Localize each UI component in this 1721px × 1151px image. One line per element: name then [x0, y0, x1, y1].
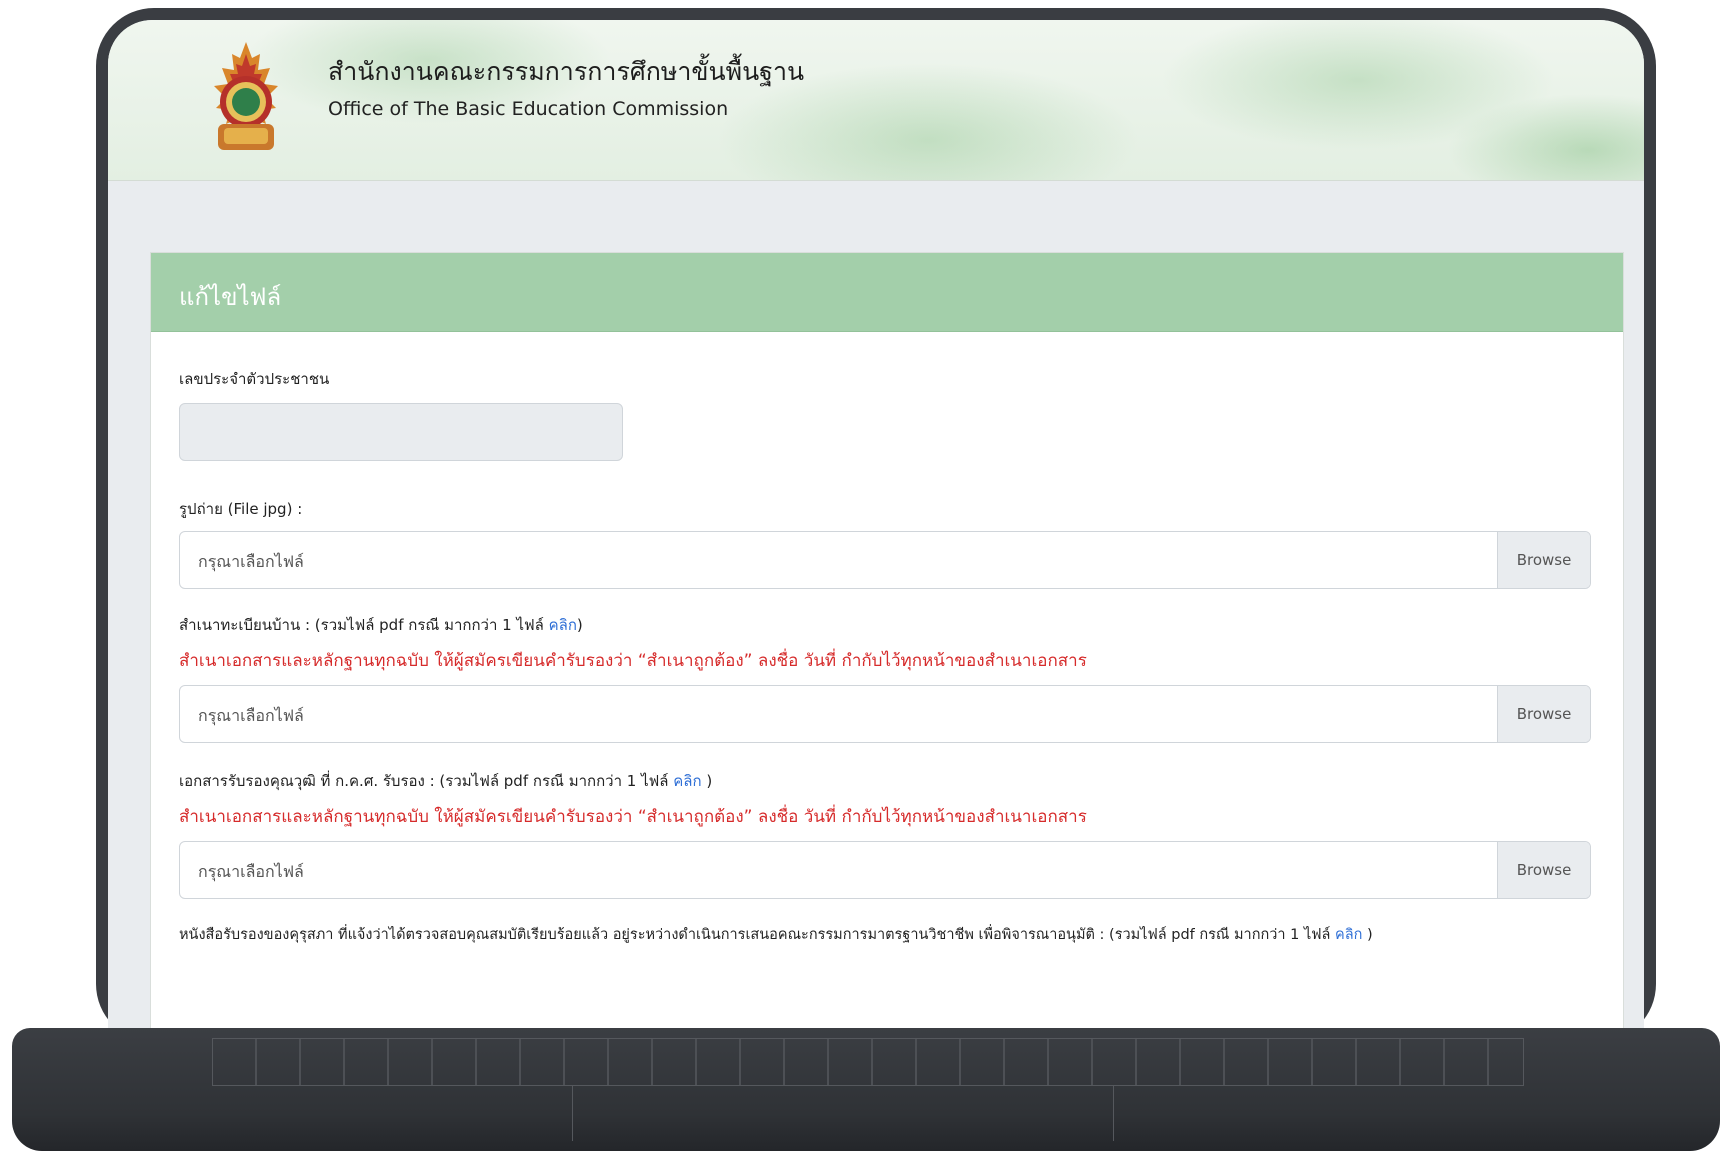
photo-file-placeholder: กรุณาเลือกไฟล์: [198, 552, 304, 571]
kurusapha-label-end: ): [1362, 927, 1373, 943]
qualification-merge-link[interactable]: คลิก: [673, 772, 701, 790]
qualification-label: เอกสารรับรองคุณวุฒิ ที่ ก.ค.ศ. รับรอง : …: [179, 769, 712, 793]
touchpad: [572, 1086, 1114, 1141]
house-registration-label-text: สำเนาทะเบียนบ้าน : (รวมไฟล์ pdf กรณี มาก…: [179, 616, 544, 634]
house-registration-browse-button[interactable]: Browse: [1497, 686, 1590, 742]
keyboard: [212, 1038, 1524, 1086]
house-registration-warning: สำเนาเอกสารและหลักฐานทุกฉบับ ให้ผู้สมัคร…: [179, 651, 1087, 671]
laptop-screen: สำนักงานคณะกรรมการการศึกษาขั้นพื้นฐาน Of…: [108, 20, 1644, 1030]
photo-browse-button[interactable]: Browse: [1497, 532, 1590, 588]
org-name-english: Office of The Basic Education Commission: [328, 98, 729, 120]
site-header: สำนักงานคณะกรรมการการศึกษาขั้นพื้นฐาน Of…: [108, 20, 1644, 181]
id-card-label: เลขประจำตัวประชาชน: [179, 370, 330, 388]
qualification-file-placeholder: กรุณาเลือกไฟล์: [198, 862, 304, 881]
photo-file-input[interactable]: กรุณาเลือกไฟล์ Browse: [179, 531, 1591, 589]
card-header: แก้ไขไฟล์: [151, 253, 1623, 332]
qualification-label-end: ): [701, 772, 713, 790]
kurusapha-label-text: หนังสือรับรองของคุรุสภา ที่แจ้งว่าได้ตรว…: [179, 927, 1331, 943]
house-registration-label-end: ): [576, 616, 583, 634]
id-card-input[interactable]: [179, 403, 623, 461]
house-registration-file-placeholder: กรุณาเลือกไฟล์: [198, 706, 304, 725]
org-name-thai: สำนักงานคณะกรรมการการศึกษาขั้นพื้นฐาน: [328, 57, 805, 86]
obec-emblem-icon: [214, 42, 278, 150]
laptop-base: [12, 1028, 1720, 1151]
kurusapha-label: หนังสือรับรองของคุรุสภา ที่แจ้งว่าได้ตรว…: [179, 923, 1373, 946]
qualification-file-input[interactable]: กรุณาเลือกไฟล์ Browse: [179, 841, 1591, 899]
house-registration-merge-link[interactable]: คลิก: [549, 616, 577, 634]
house-registration-file-input[interactable]: กรุณาเลือกไฟล์ Browse: [179, 685, 1591, 743]
qualification-browse-button[interactable]: Browse: [1497, 842, 1590, 898]
qualification-warning: สำเนาเอกสารและหลักฐานทุกฉบับ ให้ผู้สมัคร…: [179, 807, 1087, 827]
card-title: แก้ไขไฟล์: [179, 283, 282, 311]
kurusapha-merge-link[interactable]: คลิก: [1335, 927, 1362, 943]
edit-file-card: แก้ไขไฟล์ เลขประจำตัวประชาชน รูปถ่าย (Fi…: [150, 252, 1624, 1030]
house-registration-label: สำเนาทะเบียนบ้าน : (รวมไฟล์ pdf กรณี มาก…: [179, 613, 583, 637]
photo-label: รูปถ่าย (File jpg) :: [179, 500, 303, 518]
qualification-label-text: เอกสารรับรองคุณวุฒิ ที่ ก.ค.ศ. รับรอง : …: [179, 772, 669, 790]
